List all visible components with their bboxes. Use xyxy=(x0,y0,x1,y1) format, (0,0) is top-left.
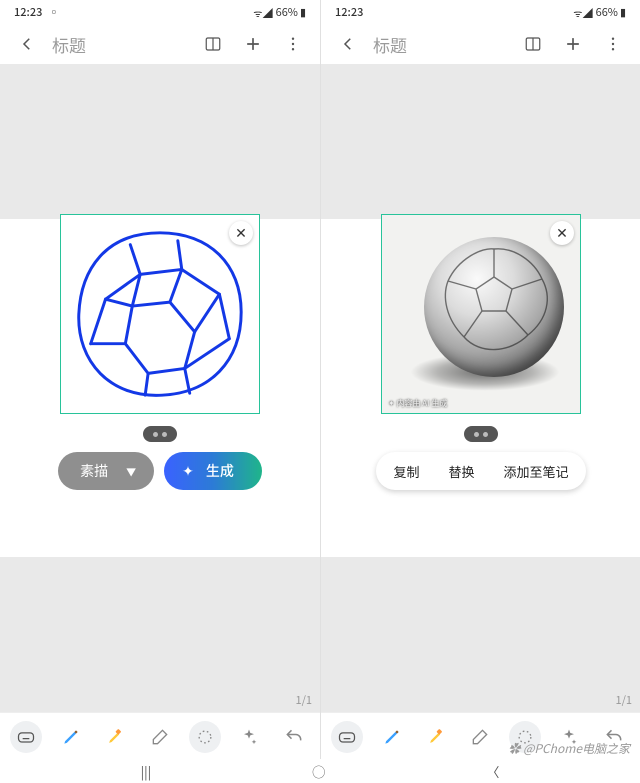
tool-highlighter[interactable] xyxy=(99,721,131,753)
add-button[interactable] xyxy=(236,27,270,61)
title-bar: 标题 xyxy=(321,24,640,64)
result-image-frame[interactable]: ✦ 内容由 AI 生成 ✕ xyxy=(381,214,581,414)
tool-pen[interactable] xyxy=(55,721,87,753)
drawing-canvas[interactable]: 1/1 xyxy=(321,64,640,712)
reader-view-button[interactable] xyxy=(516,27,550,61)
page-indicator: 1/1 xyxy=(295,692,312,708)
tool-keyboard[interactable] xyxy=(10,721,42,753)
page-title[interactable]: 标题 xyxy=(371,32,510,57)
bottom-toolbar xyxy=(0,712,320,760)
sketch-image-frame[interactable]: ✕ xyxy=(60,214,260,414)
wifi-icon: ᯤ ◢ xyxy=(573,5,591,20)
close-icon[interactable]: ✕ xyxy=(550,221,574,245)
reader-view-button[interactable] xyxy=(196,27,230,61)
copy-button[interactable]: 复制 xyxy=(393,462,419,481)
ai-generated-tag: ✦ 内容由 AI 生成 xyxy=(388,398,447,409)
back-button[interactable] xyxy=(331,27,365,61)
nav-home[interactable]: ◯ xyxy=(312,762,325,781)
battery-icon: ▮ xyxy=(620,4,626,20)
more-button[interactable] xyxy=(596,27,630,61)
tool-lasso[interactable] xyxy=(189,721,221,753)
back-button[interactable] xyxy=(10,27,44,61)
watermark: ✿ @PChome电脑之家 xyxy=(508,740,630,757)
status-time: 12:23 xyxy=(335,4,363,20)
tool-ai-assist[interactable] xyxy=(233,721,265,753)
replace-button[interactable]: 替换 xyxy=(448,462,474,481)
generate-button[interactable]: ✦ 生成 xyxy=(164,452,262,490)
generate-action-row: 素描 ▼ ✦ 生成 xyxy=(45,452,275,490)
generate-button-label: 生成 xyxy=(206,461,234,481)
canvas-margin-bottom: 1/1 xyxy=(321,557,640,712)
result-card: ✦ 内容由 AI 生成 ✕ 复制 替换 添加至笔记 xyxy=(366,214,596,490)
more-button[interactable] xyxy=(276,27,310,61)
tool-keyboard[interactable] xyxy=(331,721,363,753)
drawing-canvas[interactable]: 1/1 xyxy=(0,64,320,712)
result-action-row: 复制 替换 添加至笔记 xyxy=(376,452,586,490)
add-button[interactable] xyxy=(556,27,590,61)
sketch-card: ✕ 素描 ▼ ✦ 生成 xyxy=(45,214,275,490)
nav-recents[interactable]: ||| xyxy=(141,762,152,781)
style-dropdown-label: 素描 xyxy=(80,461,108,481)
battery-icon: ▮ xyxy=(300,4,306,20)
wifi-icon: ᯤ ◢ xyxy=(253,5,271,20)
system-nav-bar: ||| ◯ 〈 xyxy=(0,759,640,783)
pane-left: 12:23 ▫ ᯤ ◢ 66% ▮ 标题 1/1 xyxy=(0,0,320,760)
canvas-margin-top xyxy=(0,64,320,219)
tool-undo[interactable] xyxy=(278,721,310,753)
generated-image xyxy=(392,225,570,403)
chevron-down-icon: ▼ xyxy=(126,464,136,479)
pagination-dots[interactable] xyxy=(143,426,177,442)
title-bar: 标题 xyxy=(0,24,320,64)
style-dropdown[interactable]: 素描 ▼ xyxy=(58,452,154,490)
status-time: 12:23 xyxy=(14,4,42,20)
tool-highlighter[interactable] xyxy=(420,721,452,753)
pagination-dots[interactable] xyxy=(464,426,498,442)
status-bar: 12:23 ▫ ᯤ ◢ 66% ▮ xyxy=(0,0,320,24)
tool-eraser[interactable] xyxy=(144,721,176,753)
status-battery: 66% xyxy=(276,4,298,20)
pane-right: 12:23 ᯤ ◢ 66% ▮ 标题 1/1 xyxy=(320,0,640,760)
page-indicator: 1/1 xyxy=(615,692,632,708)
add-to-note-button[interactable]: 添加至笔记 xyxy=(503,462,568,481)
nav-back[interactable]: 〈 xyxy=(486,762,499,781)
tool-eraser[interactable] xyxy=(464,721,496,753)
user-sketch xyxy=(61,215,259,413)
tool-pen[interactable] xyxy=(376,721,408,753)
gallery-indicator-icon: ▫ xyxy=(48,4,59,20)
close-icon[interactable]: ✕ xyxy=(229,221,253,245)
canvas-margin-bottom: 1/1 xyxy=(0,557,320,712)
sparkle-icon: ✦ xyxy=(182,461,194,481)
canvas-margin-top xyxy=(321,64,640,219)
status-bar: 12:23 ᯤ ◢ 66% ▮ xyxy=(321,0,640,24)
status-battery: 66% xyxy=(596,4,618,20)
page-title[interactable]: 标题 xyxy=(50,32,190,57)
